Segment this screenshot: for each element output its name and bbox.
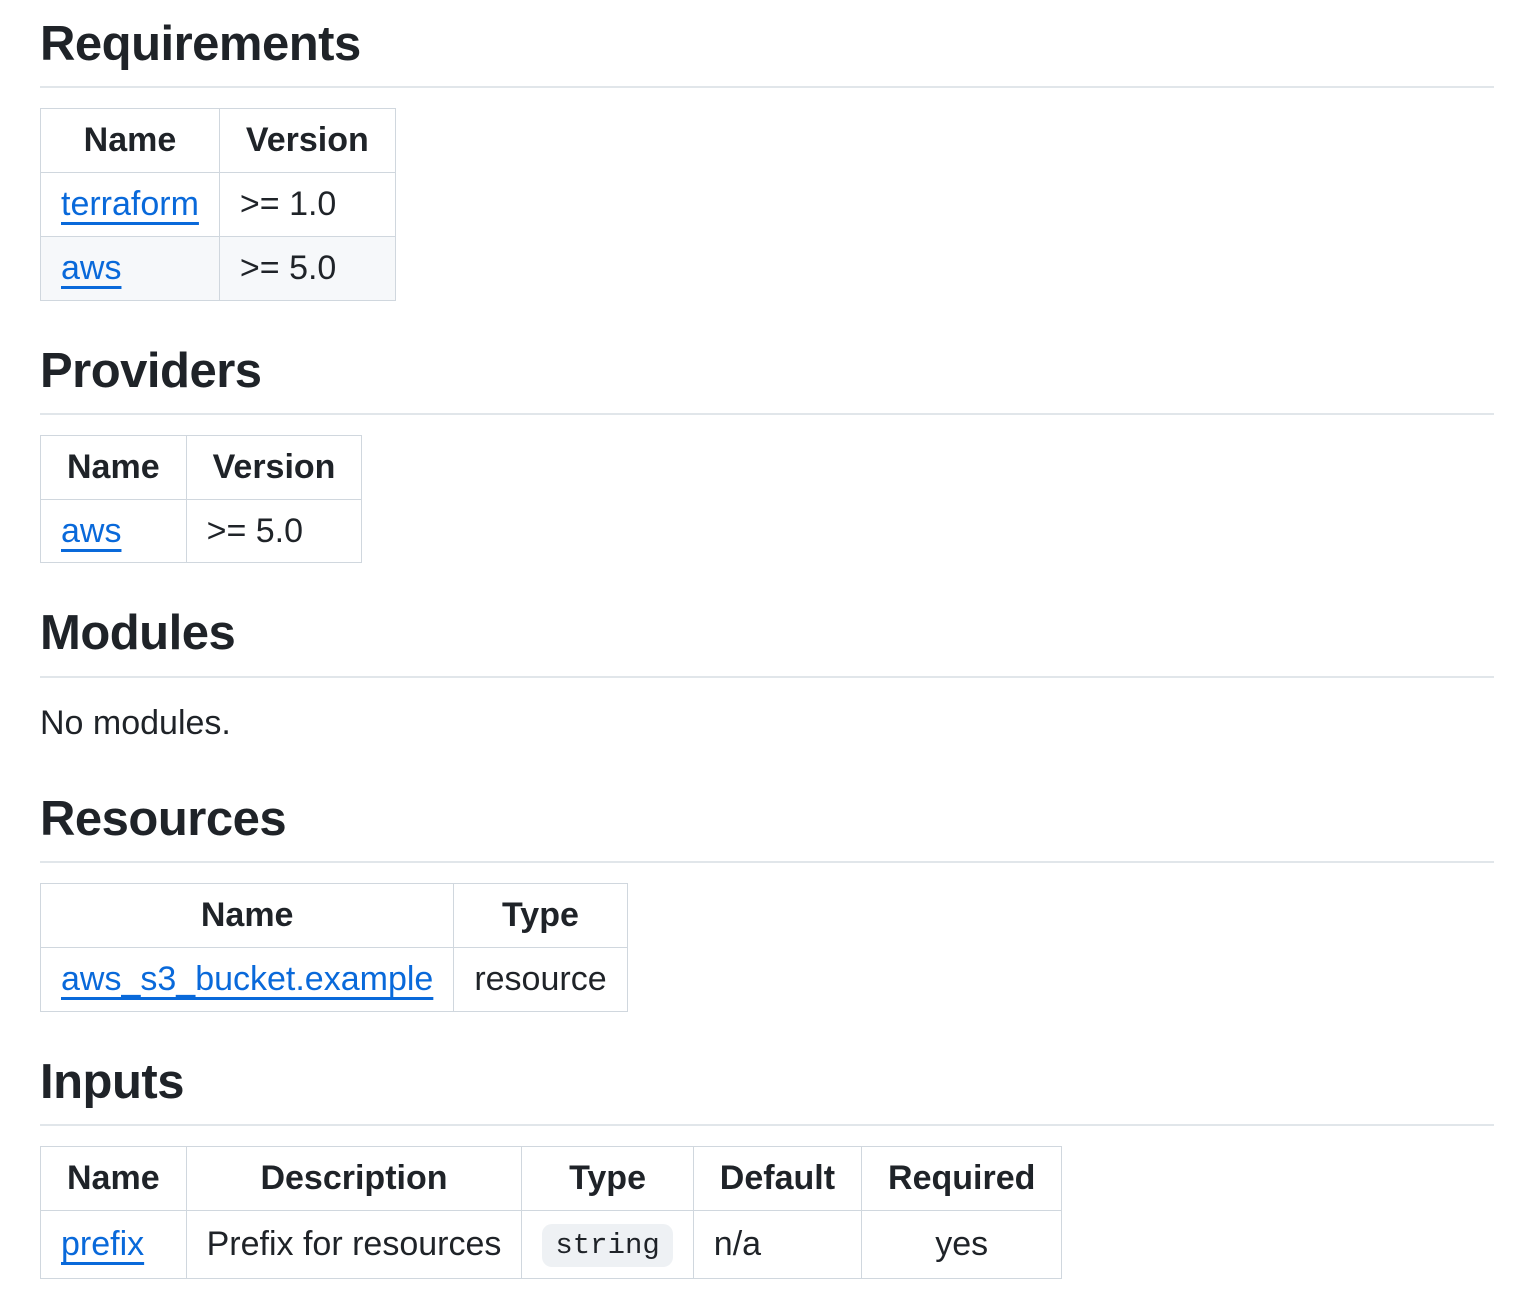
resources-title: Resources	[40, 789, 1494, 863]
input-description-cell: Prefix for resources	[186, 1210, 522, 1278]
table-row: prefix Prefix for resources string n/a y…	[41, 1210, 1062, 1278]
inputs-description-header: Description	[186, 1146, 522, 1210]
inputs-required-header: Required	[862, 1146, 1062, 1210]
section-inputs: Inputs Name Description Type Default Req…	[40, 1052, 1494, 1279]
providers-version-header: Version	[186, 435, 362, 499]
table-row: aws_s3_bucket.example resource	[41, 947, 628, 1011]
aws-provider-link[interactable]: aws	[61, 512, 121, 550]
modules-title: Modules	[40, 603, 1494, 677]
providers-table: Name Version aws >= 5.0	[40, 435, 362, 564]
inputs-type-header: Type	[522, 1146, 693, 1210]
requirements-name-header: Name	[41, 109, 220, 173]
requirement-name-cell: aws	[41, 236, 220, 300]
terraform-docs-page: Requirements Name Version terraform >= 1…	[0, 0, 1526, 1299]
input-name-cell: prefix	[41, 1210, 187, 1278]
input-type-cell: string	[522, 1210, 693, 1278]
requirements-header-row: Name Version	[41, 109, 396, 173]
provider-name-cell: aws	[41, 499, 187, 563]
section-modules: Modules No modules.	[40, 603, 1494, 748]
inputs-name-header: Name	[41, 1146, 187, 1210]
aws-s3-bucket-example-link[interactable]: aws_s3_bucket.example	[61, 960, 433, 998]
resource-type-cell: resource	[454, 947, 627, 1011]
requirement-name-cell: terraform	[41, 173, 220, 237]
input-default-cell: n/a	[693, 1210, 861, 1278]
no-modules-text: No modules.	[40, 698, 1494, 749]
providers-title: Providers	[40, 341, 1494, 415]
table-row: terraform >= 1.0	[41, 173, 396, 237]
section-resources: Resources Name Type aws_s3_bucket.exampl…	[40, 789, 1494, 1012]
section-requirements: Requirements Name Version terraform >= 1…	[40, 14, 1494, 301]
inputs-title: Inputs	[40, 1052, 1494, 1126]
prefix-link[interactable]: prefix	[61, 1225, 144, 1263]
requirements-title: Requirements	[40, 14, 1494, 88]
providers-header-row: Name Version	[41, 435, 362, 499]
input-required-cell: yes	[862, 1210, 1062, 1278]
table-row: aws >= 5.0	[41, 236, 396, 300]
inputs-table: Name Description Type Default Required p…	[40, 1146, 1062, 1279]
terraform-link[interactable]: terraform	[61, 185, 199, 223]
resources-name-header: Name	[41, 883, 454, 947]
resource-name-cell: aws_s3_bucket.example	[41, 947, 454, 1011]
section-providers: Providers Name Version aws >= 5.0	[40, 341, 1494, 564]
providers-name-header: Name	[41, 435, 187, 499]
provider-version-cell: >= 5.0	[186, 499, 362, 563]
inputs-header-row: Name Description Type Default Required	[41, 1146, 1062, 1210]
aws-requirement-link[interactable]: aws	[61, 249, 121, 287]
requirements-table: Name Version terraform >= 1.0 aws >= 5.0	[40, 108, 396, 300]
resources-type-header: Type	[454, 883, 627, 947]
resources-header-row: Name Type	[41, 883, 628, 947]
inputs-default-header: Default	[693, 1146, 861, 1210]
type-code-badge: string	[542, 1224, 672, 1267]
requirements-version-header: Version	[219, 109, 395, 173]
table-row: aws >= 5.0	[41, 499, 362, 563]
requirement-version-cell: >= 5.0	[219, 236, 395, 300]
resources-table: Name Type aws_s3_bucket.example resource	[40, 883, 628, 1012]
requirement-version-cell: >= 1.0	[219, 173, 395, 237]
